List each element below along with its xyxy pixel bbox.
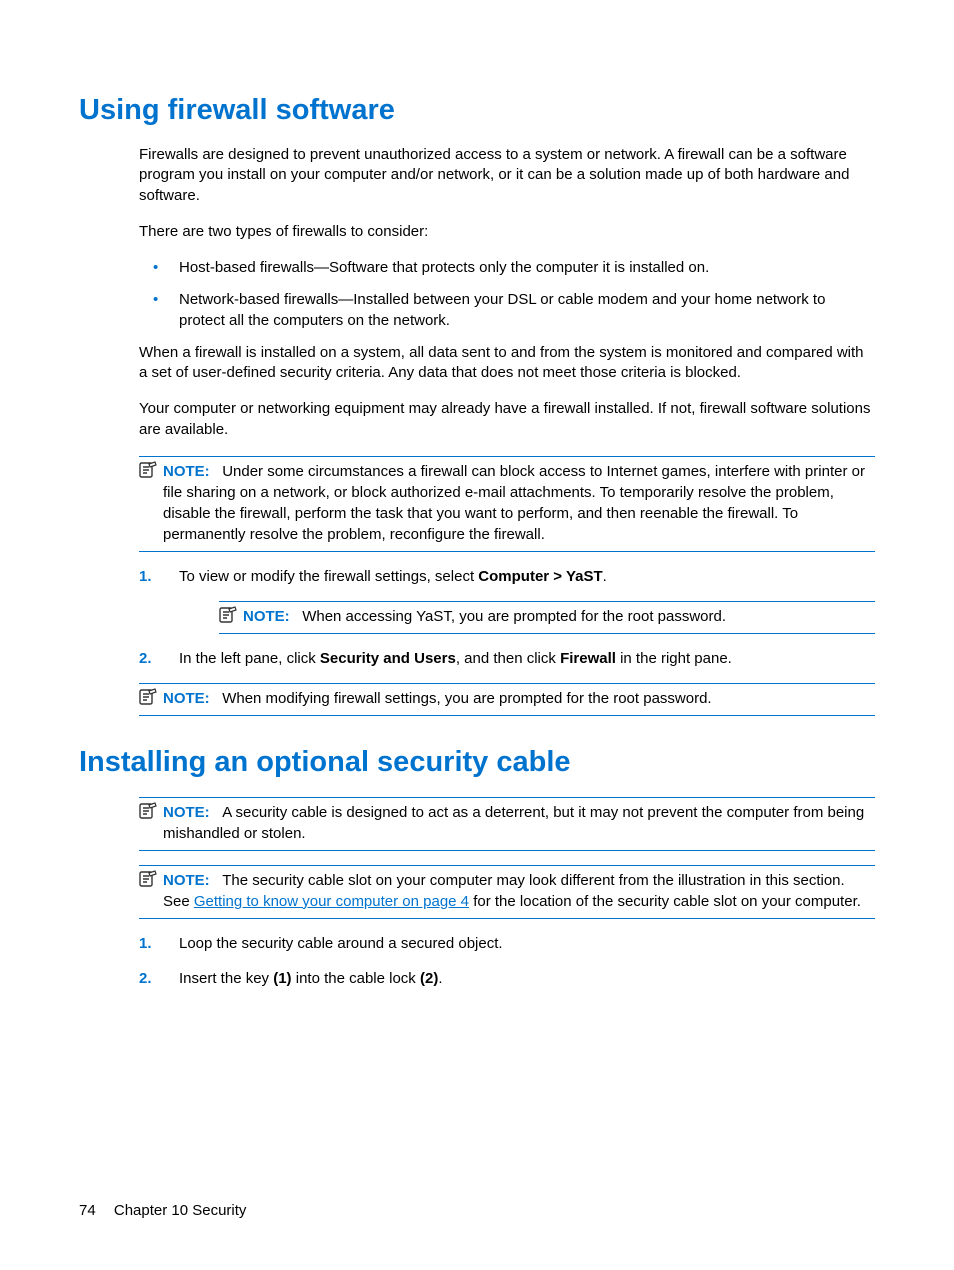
step-number: 2. — [139, 968, 152, 989]
step-number: 1. — [139, 933, 152, 954]
note-text: for the location of the security cable s… — [469, 893, 861, 910]
note-callout: NOTE: The security cable slot on your co… — [139, 865, 875, 919]
step-text: . — [603, 568, 607, 585]
page-number: 74 — [79, 1202, 96, 1219]
list-item: Network-based firewalls—Installed betwee… — [139, 290, 875, 331]
step-item: 2. Insert the key (1) into the cable loc… — [139, 968, 875, 989]
note-icon — [139, 688, 157, 706]
firewall-types-list: Host-based firewalls—Software that prote… — [139, 258, 875, 331]
note-icon — [139, 802, 157, 820]
paragraph: When a firewall is installed on a system… — [139, 343, 875, 384]
chapter-label: Chapter 10 Security — [114, 1202, 247, 1219]
note-label: NOTE: — [163, 872, 210, 889]
step-text-bold: (1) — [273, 970, 291, 987]
step-text-bold: (2) — [420, 970, 438, 987]
step-item: 2. In the left pane, click Security and … — [139, 648, 875, 669]
step-text: , and then click — [456, 650, 560, 667]
note-text: A security cable is designed to act as a… — [163, 804, 864, 842]
note-text: Under some circumstances a firewall can … — [163, 463, 865, 543]
note-icon — [219, 606, 237, 624]
step-item: 1. Loop the security cable around a secu… — [139, 933, 875, 954]
step-text: Insert the key — [179, 970, 273, 987]
note-callout: NOTE: When accessing YaST, you are promp… — [219, 601, 875, 634]
note-label: NOTE: — [163, 804, 210, 821]
step-text: To view or modify the firewall settings,… — [179, 568, 478, 585]
note-icon — [139, 461, 157, 479]
step-item: 1. To view or modify the firewall settin… — [139, 566, 875, 634]
note-callout: NOTE: Under some circumstances a firewal… — [139, 456, 875, 552]
section-heading-firewall: Using firewall software — [79, 94, 875, 127]
note-icon — [139, 870, 157, 888]
section-heading-security-cable: Installing an optional security cable — [79, 746, 875, 779]
list-item: Host-based firewalls—Software that prote… — [139, 258, 875, 278]
note-label: NOTE: — [163, 690, 210, 707]
paragraph: Firewalls are designed to prevent unauth… — [139, 145, 875, 206]
paragraph: There are two types of firewalls to cons… — [139, 222, 875, 242]
step-text-bold: Security and Users — [320, 650, 456, 667]
note-callout: NOTE: When modifying firewall settings, … — [139, 683, 875, 716]
paragraph: Your computer or networking equipment ma… — [139, 399, 875, 440]
note-label: NOTE: — [243, 608, 290, 625]
step-text: In the left pane, click — [179, 650, 320, 667]
page-footer: 74 Chapter 10 Security — [79, 1202, 246, 1219]
step-number: 2. — [139, 648, 152, 669]
step-text: Loop the security cable around a secured… — [179, 935, 503, 952]
note-callout: NOTE: A security cable is designed to ac… — [139, 797, 875, 851]
step-text-bold: Computer > YaST — [478, 568, 602, 585]
step-text: . — [438, 970, 442, 987]
cable-steps-list: 1. Loop the security cable around a secu… — [139, 933, 875, 989]
note-text: When accessing YaST, you are prompted fo… — [302, 608, 726, 625]
note-label: NOTE: — [163, 463, 210, 480]
cross-reference-link[interactable]: Getting to know your computer on page 4 — [194, 893, 469, 910]
step-number: 1. — [139, 566, 152, 587]
step-text: into the cable lock — [292, 970, 420, 987]
step-text: in the right pane. — [616, 650, 732, 667]
firewall-steps-list: 1. To view or modify the firewall settin… — [139, 566, 875, 669]
note-text: When modifying firewall settings, you ar… — [222, 690, 711, 707]
step-text-bold: Firewall — [560, 650, 616, 667]
